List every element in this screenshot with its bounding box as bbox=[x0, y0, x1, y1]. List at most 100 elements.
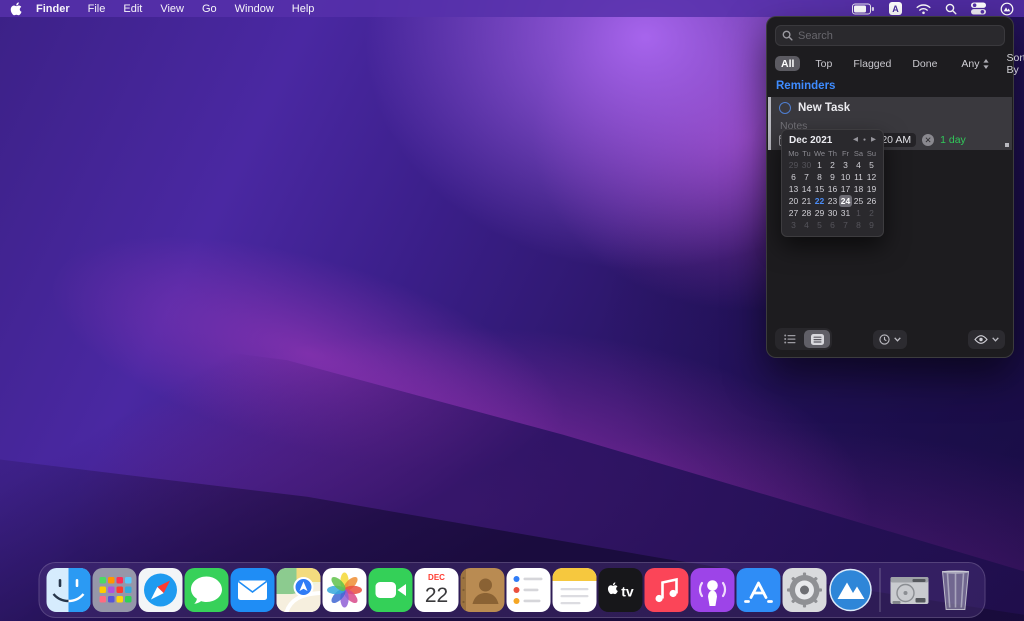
prev-month-button[interactable]: ◀ bbox=[853, 137, 858, 144]
calendar-day[interactable]: 2 bbox=[865, 207, 878, 219]
dock-item-finder[interactable] bbox=[47, 568, 91, 612]
calendar-day[interactable]: 5 bbox=[813, 219, 826, 231]
calendar-day[interactable]: 8 bbox=[852, 219, 865, 231]
menu-item-edit[interactable]: Edit bbox=[123, 3, 142, 15]
filter-tab-flagged[interactable]: Flagged bbox=[847, 56, 897, 71]
calendar-day[interactable]: 23 bbox=[826, 195, 839, 207]
compact-list-view-button[interactable] bbox=[777, 330, 803, 348]
weekday-label: Mo bbox=[787, 148, 800, 159]
visibility-dropdown-button[interactable] bbox=[968, 330, 1005, 349]
search-placeholder: Search bbox=[798, 30, 833, 42]
calendar-day[interactable]: 20 bbox=[787, 195, 800, 207]
calendar-day[interactable]: 16 bbox=[826, 183, 839, 195]
dock-item-systemprefs[interactable] bbox=[783, 568, 827, 612]
calendar-day[interactable]: 5 bbox=[865, 159, 878, 171]
calendar-day[interactable]: 12 bbox=[865, 171, 878, 183]
calendar-day[interactable]: 27 bbox=[787, 207, 800, 219]
dock-item-calendar[interactable]: DEC22 bbox=[415, 568, 459, 612]
dock-item-drive[interactable] bbox=[888, 568, 932, 612]
filter-tab-top[interactable]: Top bbox=[809, 56, 838, 71]
any-select[interactable]: Any bbox=[961, 58, 988, 70]
menu-app-name[interactable]: Finder bbox=[36, 3, 70, 15]
dock-item-appstore[interactable] bbox=[737, 568, 781, 612]
menu-item-view[interactable]: View bbox=[160, 3, 184, 15]
calendar-day[interactable]: 21 bbox=[800, 195, 813, 207]
calendar-day[interactable]: 15 bbox=[813, 183, 826, 195]
calendar-day[interactable]: 17 bbox=[839, 183, 852, 195]
calendar-day[interactable]: 4 bbox=[800, 219, 813, 231]
next-month-button[interactable]: ▶ bbox=[871, 137, 876, 144]
input-source-icon[interactable]: A bbox=[889, 2, 902, 15]
filter-tab-all[interactable]: All bbox=[775, 56, 800, 71]
calendar-day[interactable]: 22 bbox=[813, 195, 826, 207]
dock-item-podcasts[interactable] bbox=[691, 568, 735, 612]
weekday-label: We bbox=[813, 148, 826, 159]
calendar-day[interactable]: 7 bbox=[800, 171, 813, 183]
snooze-dropdown-button[interactable] bbox=[873, 330, 907, 349]
svg-text:tv: tv bbox=[621, 584, 634, 600]
resize-handle[interactable] bbox=[1005, 143, 1009, 147]
search-input[interactable]: Search bbox=[775, 25, 1005, 46]
calendar-day[interactable]: 26 bbox=[865, 195, 878, 207]
menu-item-file[interactable]: File bbox=[88, 3, 106, 15]
filter-tab-done[interactable]: Done bbox=[906, 56, 943, 71]
calendar-day[interactable]: 3 bbox=[787, 219, 800, 231]
calendar-day[interactable]: 14 bbox=[800, 183, 813, 195]
calendar-day[interactable]: 29 bbox=[787, 159, 800, 171]
menu-item-help[interactable]: Help bbox=[292, 3, 315, 15]
dock-item-maps[interactable] bbox=[277, 568, 321, 612]
calendar-day[interactable]: 3 bbox=[839, 159, 852, 171]
dock-item-appcleaner[interactable] bbox=[829, 568, 873, 612]
menu-item-window[interactable]: Window bbox=[235, 3, 274, 15]
dock-item-launchpad[interactable] bbox=[93, 568, 137, 612]
calendar-day[interactable]: 13 bbox=[787, 183, 800, 195]
calendar-day[interactable]: 18 bbox=[852, 183, 865, 195]
calendar-day[interactable]: 8 bbox=[813, 171, 826, 183]
calendar-day[interactable]: 9 bbox=[826, 171, 839, 183]
day-grid: 2930123456789101112131415161718192021222… bbox=[787, 159, 878, 231]
calendar-day[interactable]: 9 bbox=[865, 219, 878, 231]
clear-date-button[interactable]: ✕ bbox=[922, 134, 934, 146]
spotlight-icon[interactable] bbox=[945, 3, 957, 15]
dock-item-appletv[interactable]: tv bbox=[599, 568, 643, 612]
calendar-day[interactable]: 7 bbox=[839, 219, 852, 231]
dock-item-messages[interactable] bbox=[185, 568, 229, 612]
dock-item-trash[interactable] bbox=[934, 568, 978, 612]
calendar-day[interactable]: 1 bbox=[852, 207, 865, 219]
calendar-day[interactable]: 19 bbox=[865, 183, 878, 195]
calendar-day[interactable]: 10 bbox=[839, 171, 852, 183]
dock-item-mail[interactable] bbox=[231, 568, 275, 612]
calendar-day[interactable]: 30 bbox=[826, 207, 839, 219]
calendar-day[interactable]: 29 bbox=[813, 207, 826, 219]
dock-item-contacts[interactable] bbox=[461, 568, 505, 612]
calendar-day[interactable]: 1 bbox=[813, 159, 826, 171]
task-title[interactable]: New Task bbox=[798, 102, 850, 114]
dock-item-facetime[interactable] bbox=[369, 568, 413, 612]
card-list-view-button[interactable] bbox=[804, 330, 830, 348]
app-menubar-icon[interactable] bbox=[1000, 2, 1014, 16]
calendar-day[interactable]: 11 bbox=[852, 171, 865, 183]
dock-item-reminders[interactable] bbox=[507, 568, 551, 612]
calendar-day[interactable]: 30 bbox=[800, 159, 813, 171]
calendar-day[interactable]: 4 bbox=[852, 159, 865, 171]
dock-item-safari[interactable] bbox=[139, 568, 183, 612]
apple-menu-icon[interactable] bbox=[10, 2, 22, 16]
control-center-icon[interactable] bbox=[971, 2, 986, 15]
calendar-day[interactable]: 6 bbox=[826, 219, 839, 231]
sort-by-dropdown[interactable]: Sort By bbox=[1007, 52, 1024, 76]
calendar-day[interactable]: 2 bbox=[826, 159, 839, 171]
calendar-day[interactable]: 25 bbox=[852, 195, 865, 207]
task-complete-ring[interactable] bbox=[779, 102, 791, 114]
menu-bar: Finder File Edit View Go Window Help A bbox=[0, 0, 1024, 17]
calendar-day[interactable]: 31 bbox=[839, 207, 852, 219]
calendar-day[interactable]: 6 bbox=[787, 171, 800, 183]
wifi-icon[interactable] bbox=[916, 3, 931, 15]
calendar-day[interactable]: 28 bbox=[800, 207, 813, 219]
menu-item-go[interactable]: Go bbox=[202, 3, 217, 15]
battery-icon[interactable] bbox=[852, 3, 875, 15]
today-button[interactable]: ● bbox=[863, 138, 866, 143]
dock-item-notes[interactable] bbox=[553, 568, 597, 612]
dock-item-photos[interactable] bbox=[323, 568, 367, 612]
dock-item-music[interactable] bbox=[645, 568, 689, 612]
calendar-day[interactable]: 24 bbox=[839, 195, 852, 207]
